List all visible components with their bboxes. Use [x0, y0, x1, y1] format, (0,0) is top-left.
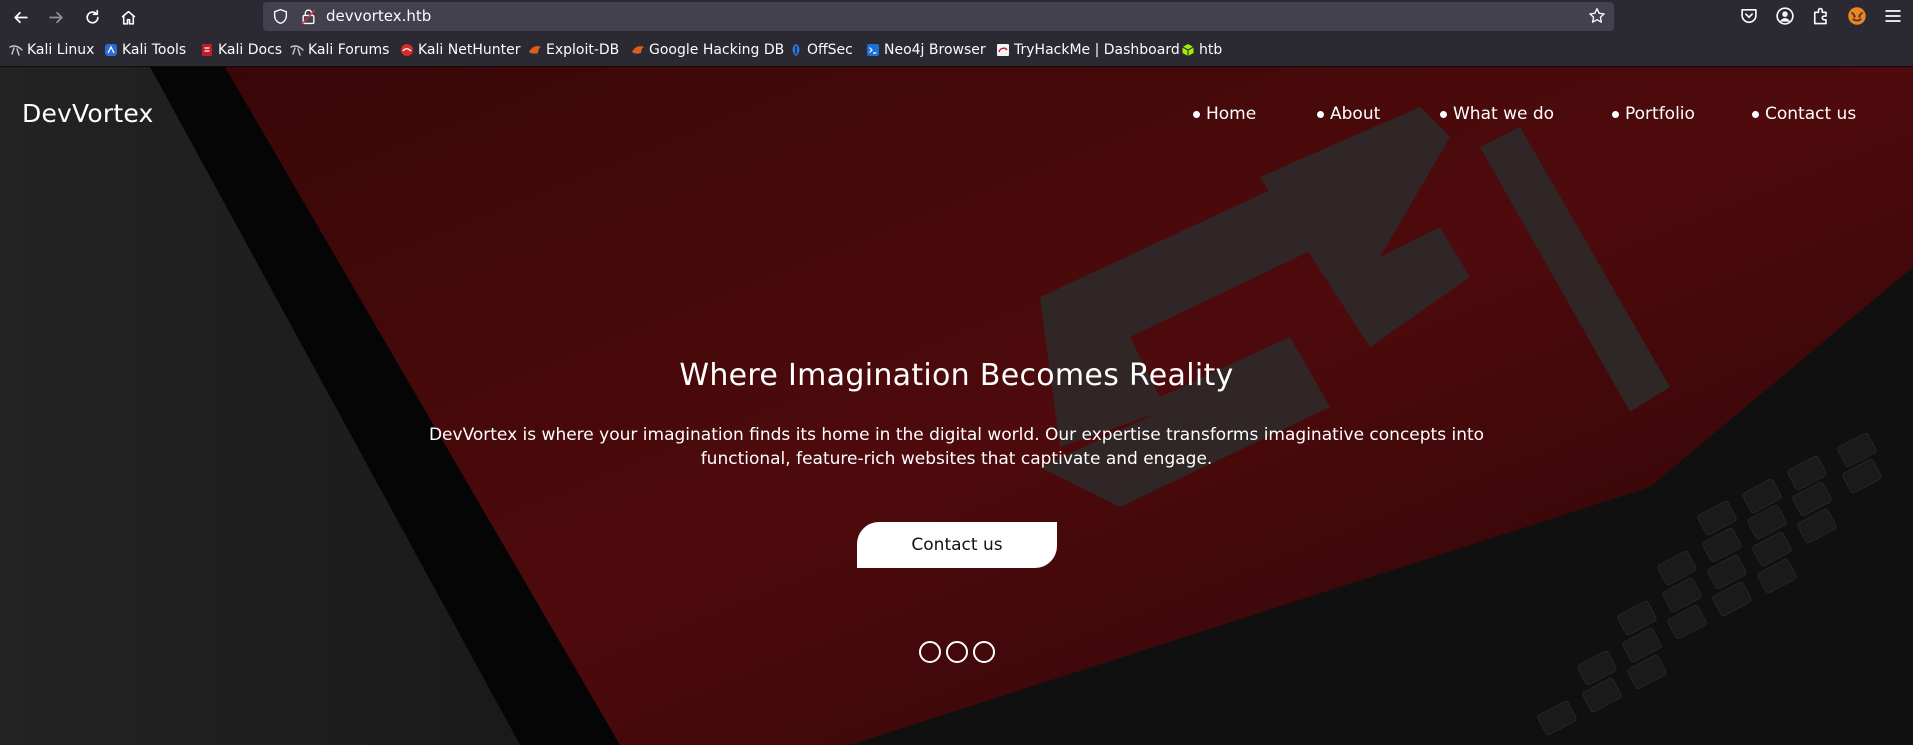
bullet-icon [1440, 110, 1447, 118]
nav-label: Contact us [1765, 104, 1857, 124]
bookmark-label: Neo4j Browser [884, 42, 986, 58]
bookmark-tryhackme[interactable]: TryHackMe | Dashboard [996, 41, 1180, 59]
nav-label: About [1330, 104, 1381, 124]
bookmark-exploit-db[interactable]: Exploit-DB [528, 41, 619, 59]
account-icon[interactable] [1775, 6, 1795, 26]
home-icon [121, 10, 135, 25]
nav-label: Home [1206, 104, 1257, 124]
exploitdb-icon [529, 46, 541, 54]
site-brand[interactable]: DevVortex [22, 99, 154, 128]
bullet-icon [1612, 110, 1619, 118]
bookmark-label: Kali Linux [27, 42, 95, 58]
offsec-icon [792, 44, 800, 56]
url-text[interactable]: devvortex.htb [326, 7, 431, 25]
arrow-left-icon [13, 11, 28, 23]
kali-icon [290, 45, 304, 56]
web-page: DevVortex Home About What we do Portfoli… [0, 67, 1913, 745]
bookmark-label: OffSec [807, 42, 853, 58]
bookmark-kali-forums[interactable]: Kali Forums [290, 41, 389, 59]
nav-label: Portfolio [1625, 104, 1695, 124]
arrow-right-icon [48, 11, 63, 23]
bookmark-label: Kali NetHunter [418, 42, 521, 58]
bookmarks-toolbar: Kali Linux Kali Tools Kali Docs Kali For… [0, 33, 1913, 67]
kali-icon [9, 45, 23, 56]
bookmark-label: Kali Tools [122, 42, 187, 58]
bookmark-label: TryHackMe | Dashboard [1014, 42, 1180, 58]
bookmark-label: htb [1199, 42, 1223, 58]
nav-home[interactable]: Home [1193, 104, 1256, 124]
contact-us-button[interactable]: Contact us [857, 522, 1057, 568]
home-button[interactable] [115, 4, 141, 30]
nav-portfolio[interactable]: Portfolio [1612, 104, 1695, 124]
shield-icon[interactable] [272, 8, 289, 25]
kali-docs-icon [202, 44, 212, 56]
bookmark-label: Kali Docs [218, 42, 283, 58]
nav-about[interactable]: About [1317, 104, 1380, 124]
bookmark-label: Exploit-DB [546, 42, 620, 58]
carousel-indicator[interactable] [973, 641, 995, 663]
browser-toolbar: devvortex.htb [0, 0, 1913, 33]
pocket-icon[interactable] [1739, 6, 1759, 26]
carousel-indicator[interactable] [946, 641, 968, 663]
cube-icon [1182, 44, 1194, 56]
bookmark-google-hacking-db[interactable]: Google Hacking DB [631, 41, 784, 59]
nav-what-we-do[interactable]: What we do [1440, 104, 1554, 124]
hero-title: Where Imagination Becomes Reality [679, 358, 1234, 393]
bookmark-kali-tools[interactable]: Kali Tools [104, 41, 186, 59]
bookmark-htb[interactable]: htb [1181, 41, 1222, 59]
exploitdb-icon [632, 46, 644, 54]
fox-icon[interactable] [1847, 6, 1867, 26]
bookmark-kali-nethunter[interactable]: Kali NetHunter [400, 41, 520, 59]
nav-label: What we do [1453, 104, 1555, 124]
bullet-icon [1317, 110, 1324, 118]
url-bar[interactable]: devvortex.htb [263, 2, 1614, 31]
nav-contact-us[interactable]: Contact us [1752, 104, 1856, 124]
bookmark-neo4j-browser[interactable]: Neo4j Browser [866, 41, 986, 59]
tryhackme-icon [997, 44, 1009, 56]
forward-button[interactable] [43, 4, 69, 30]
kali-tools-icon [105, 44, 117, 56]
back-button[interactable] [7, 4, 33, 30]
terminal-icon [867, 44, 879, 56]
nethunter-icon [401, 44, 413, 56]
bookmark-kali-docs[interactable]: Kali Docs [200, 41, 282, 59]
bookmark-label: Google Hacking DB [649, 42, 785, 58]
lock-icon[interactable] [300, 8, 317, 25]
reload-button[interactable] [79, 4, 105, 30]
bullet-icon [1752, 110, 1759, 118]
bullet-icon [1193, 110, 1200, 118]
star-icon[interactable] [1588, 7, 1606, 25]
hero-description: DevVortex is where your imagination find… [428, 425, 1485, 469]
carousel-indicator[interactable] [919, 641, 941, 663]
bookmark-offsec[interactable]: OffSec [789, 41, 853, 59]
bookmark-label: Kali Forums [308, 42, 390, 58]
puzzle-icon[interactable] [1811, 6, 1831, 26]
hamburger-icon[interactable] [1883, 6, 1903, 26]
bookmark-kali-linux[interactable]: Kali Linux [9, 41, 94, 59]
reload-icon [85, 9, 99, 24]
